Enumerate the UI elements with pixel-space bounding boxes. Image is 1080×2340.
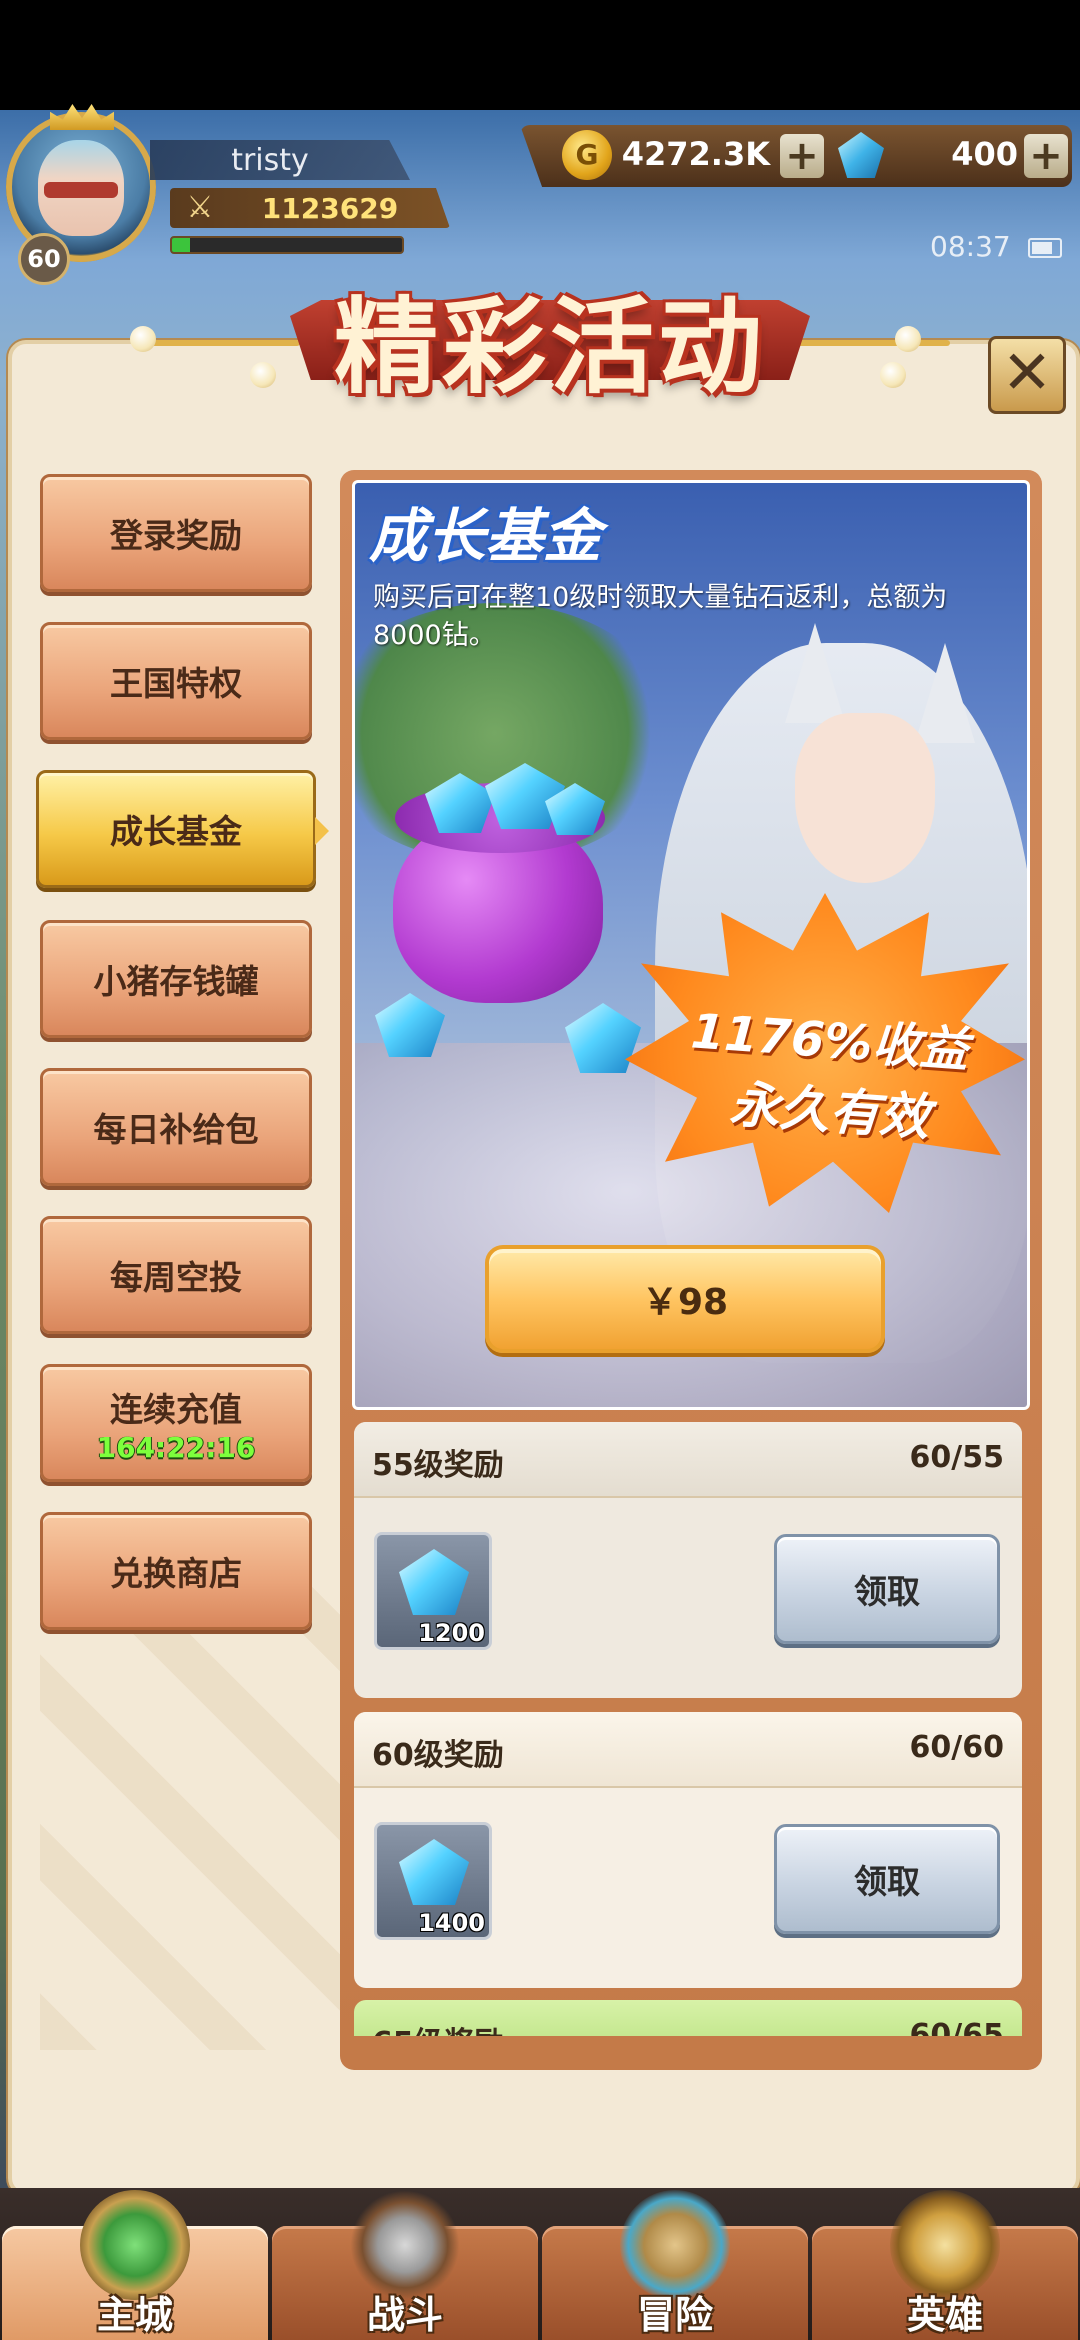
sidebar-item-piggy-bank[interactable]: 小猪存钱罐: [40, 920, 312, 1038]
diamond-amount: 400: [951, 135, 1018, 173]
banner-description: 购买后可在整10级时领取大量钻石返利，总额为8000钻。: [373, 582, 948, 651]
reward-card: 55级奖励 60/55 1200 领取: [354, 1422, 1022, 1698]
add-diamond-button[interactable]: +: [1024, 134, 1068, 178]
gold-coin-icon: G: [562, 130, 612, 180]
reward-progress: 60/60: [909, 1730, 1004, 1765]
sidebar-item-label: 小猪存钱罐: [93, 962, 259, 1001]
sidebar-item-kingdom-privilege[interactable]: 王国特权: [40, 622, 312, 740]
reward-title: 55级奖励: [372, 1448, 504, 1483]
sidebar-item-label: 兑换商店: [110, 1554, 242, 1593]
sidebar-item-daily-supply[interactable]: 每日补给包: [40, 1068, 312, 1186]
sidebar-item-exchange-shop[interactable]: 兑换商店: [40, 1512, 312, 1630]
reward-progress: 60/65: [909, 2018, 1004, 2036]
character-face: [795, 713, 935, 883]
reward-progress: 60/55: [909, 1440, 1004, 1475]
sidebar-item-weekly-airdrop[interactable]: 每周空投: [40, 1216, 312, 1334]
reward-quantity: 1200: [418, 1619, 485, 1647]
diamond-icon: [399, 1549, 469, 1615]
claim-button[interactable]: 领取: [774, 1534, 1000, 1644]
crossed-swords-icon: ⚔: [186, 190, 214, 225]
sidebar-item-consecutive-recharge[interactable]: 连续充值 164:22:16: [40, 1364, 312, 1482]
sidebar-item-login-reward[interactable]: 登录奖励: [40, 474, 312, 592]
player-name: tristy: [231, 143, 309, 178]
pearl-ornament: [880, 362, 906, 388]
reward-title: 60级奖励: [372, 1738, 504, 1773]
sidebar-item-label: 连续充值: [110, 1389, 242, 1429]
claim-button[interactable]: 领取: [774, 1824, 1000, 1934]
pearl-ornament: [895, 326, 921, 352]
reward-item-slot[interactable]: 1200: [374, 1532, 492, 1650]
exp-bar: [170, 236, 404, 254]
gold-amount: 4272.3K: [621, 135, 770, 173]
banner-title: 成长基金: [369, 502, 602, 570]
countdown-timer: 164:22:16: [96, 1430, 256, 1464]
nav-label: 冒险: [636, 2293, 713, 2337]
reward-card-header: 60级奖励 60/60: [354, 1712, 1022, 1788]
sidebar-item-growth-fund[interactable]: 成长基金: [36, 770, 329, 888]
sidebar-item-label: 每日补给包: [93, 1110, 259, 1149]
nav-label: 战斗: [366, 2293, 443, 2337]
clock: 08:37: [930, 230, 1011, 263]
avatar-blindfold: [44, 182, 118, 198]
exp-bar-fill: [172, 238, 191, 252]
nav-label: 英雄: [906, 2293, 983, 2337]
player-power: 1123629: [261, 192, 399, 225]
growth-fund-banner: 成长基金 购买后可在整10级时领取大量钻石返利，总额为8000钻。 1176%收…: [352, 480, 1030, 1410]
reward-card-partial: 65级奖励 60/65: [354, 2000, 1022, 2036]
reward-title: 65级奖励: [372, 2018, 504, 2036]
reward-card-header: 55级奖励 60/55: [354, 1422, 1022, 1498]
pearl-ornament: [130, 326, 156, 352]
reward-card: 60级奖励 60/60 1400 领取: [354, 1712, 1022, 1988]
buy-button[interactable]: ￥98: [485, 1245, 885, 1353]
diamond-icon: [399, 1839, 469, 1905]
player-level-badge: 60: [18, 233, 70, 285]
reward-item-slot[interactable]: 1400: [374, 1822, 492, 1940]
battery-icon: [1028, 238, 1062, 258]
nav-label: 主城: [96, 2293, 173, 2337]
page-title: 精彩活动: [333, 286, 766, 408]
sidebar-item-label: 王国特权: [110, 664, 242, 703]
reward-quantity: 1400: [418, 1909, 485, 1937]
sidebar-item-label: 成长基金: [110, 812, 242, 851]
close-button[interactable]: ✕: [988, 336, 1066, 414]
add-gold-button[interactable]: +: [780, 134, 824, 178]
sidebar-item-label: 登录奖励: [110, 516, 242, 555]
sidebar-item-label: 每周空投: [110, 1258, 242, 1297]
